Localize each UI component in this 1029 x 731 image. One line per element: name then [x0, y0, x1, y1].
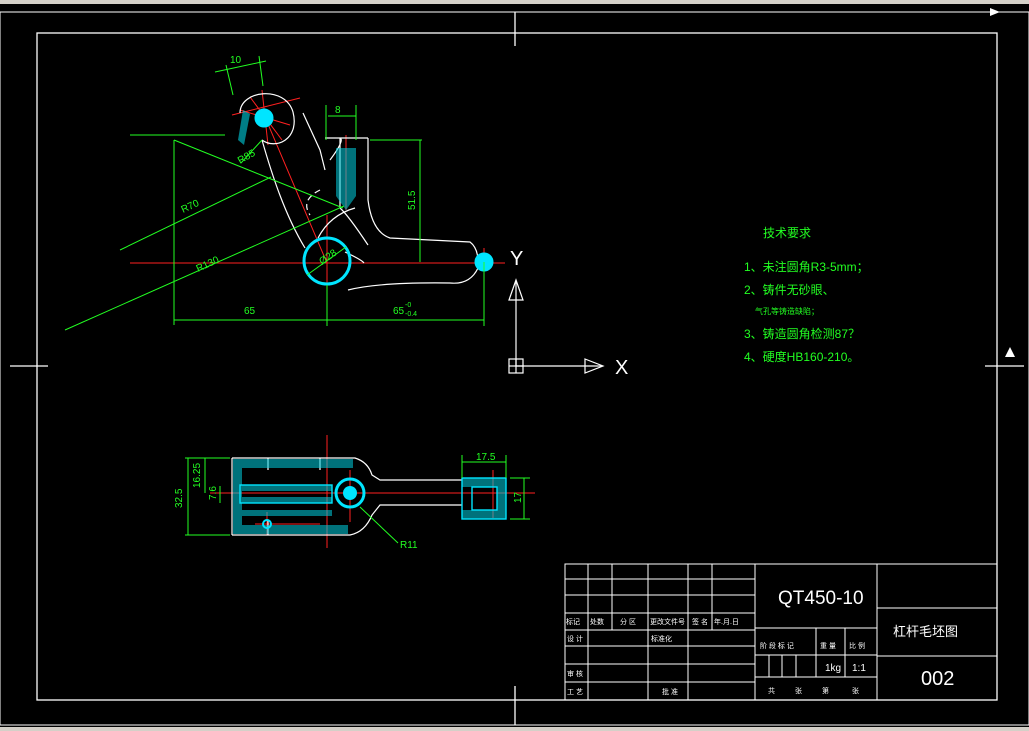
tech-item-2: 2、铸件无砂眼、: [744, 282, 835, 297]
tb-header-5: 年.月.日: [714, 617, 739, 626]
tech-item-2b: 气孔等铸造缺陷；: [755, 306, 819, 316]
dim-65: 65: [244, 306, 256, 317]
tb-weight-label: 重 量: [820, 642, 836, 650]
tech-title: 技术要求: [763, 226, 811, 240]
tb-scale-label: 比 例: [849, 641, 865, 650]
dim-r130: R130: [195, 254, 222, 274]
dim-17-5: 17.5: [476, 452, 496, 463]
dim-tol-upper: -0: [405, 302, 411, 309]
tb-sheet-unit-1: 张: [795, 686, 802, 695]
ucs-x-label: X: [615, 357, 628, 379]
tb-header-2: 分 区: [620, 617, 636, 626]
tb-header-3: 更改文件号: [650, 617, 685, 626]
centering-marks: [10, 12, 1024, 725]
tb-header-0: 标记: [566, 617, 580, 626]
cad-drawing-canvas[interactable]: 10 8 R85 R70 R130 Ø28 51.5 65 65 -0 -0.4…: [0, 0, 1029, 727]
tech-item-3: 3、铸造圆角检测87？: [744, 326, 860, 341]
tb-row-review: 审 核: [567, 669, 583, 678]
dim-tol-lower: -0.4: [405, 311, 417, 318]
ucs-y-label: Y: [510, 248, 523, 270]
orientation-arrows: [990, 8, 1015, 357]
dim-16-25: 16.25: [192, 463, 203, 488]
tb-sheet-no: 第: [822, 686, 829, 695]
sheet-border: [0, 11, 1029, 726]
tb-row-std: 标准化: [651, 634, 672, 643]
dim-51-5: 51.5: [407, 190, 418, 210]
tb-sheet-unit-2: 张: [852, 686, 859, 695]
tb-scale: 1:1: [852, 663, 866, 674]
tb-header-1: 处数: [590, 617, 604, 626]
dim-10: 10: [230, 55, 242, 66]
tb-drawing-no: 002: [921, 668, 954, 690]
tb-part-name: 杠杆毛坯图: [893, 624, 958, 639]
tb-sheet-total: 共: [768, 686, 775, 695]
tech-item-1: 1、未注圆角R3-5mm；: [744, 259, 869, 274]
front-view: 10 8 R85 R70 R130 Ø28 51.5 65 65 -0 -0.4: [64, 55, 505, 331]
tb-row-design: 设 计: [567, 634, 583, 643]
ucs-icon: Y X: [508, 248, 628, 379]
dim-17: 17: [513, 491, 524, 503]
dim-r85: R85: [236, 148, 258, 167]
tb-stage-label: 阶 段 标 记: [760, 641, 794, 650]
tb-weight: 1kg: [825, 663, 841, 674]
tb-row-approve: 批 准: [662, 687, 678, 696]
dim-r11: R11: [400, 540, 418, 551]
title-block: 标记 处数 分 区 更改文件号 签 名 年.月.日 设 计 标准化 审 核 工 …: [564, 563, 998, 701]
tb-header-4: 签 名: [692, 617, 708, 626]
top-view: 32.5 16.25 7.6 17.5 17 R11: [174, 435, 535, 551]
tb-row-craft: 工 艺: [567, 688, 583, 696]
tb-material: QT450-10: [778, 588, 864, 609]
dim-65-tol: 65: [393, 306, 405, 317]
tech-item-4: 4、硬度HB160-210。: [744, 349, 859, 364]
dim-32-5: 32.5: [174, 488, 185, 508]
tech-requirements: 技术要求 1、未注圆角R3-5mm； 2、铸件无砂眼、 气孔等铸造缺陷； 3、铸…: [744, 226, 869, 364]
dim-dia28: Ø28: [317, 247, 339, 267]
dim-7-6: 7.6: [208, 486, 219, 500]
dim-8: 8: [335, 105, 341, 116]
dim-r70: R70: [180, 198, 202, 216]
window-bottom-strip: [0, 727, 1029, 731]
